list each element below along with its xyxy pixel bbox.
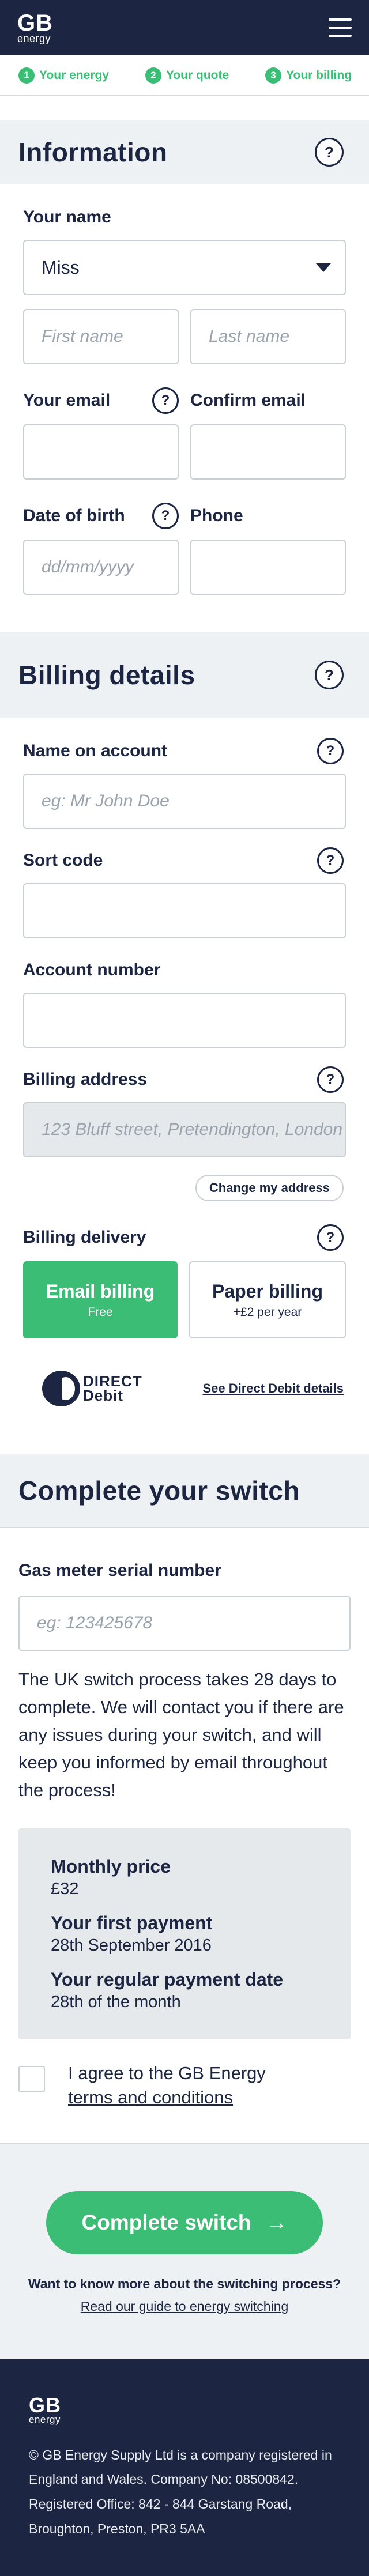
- sort-code-input[interactable]: [23, 883, 346, 938]
- complete-switch-label: Complete switch: [81, 2210, 251, 2234]
- payment-summary: Monthly price £32 Your first payment 28t…: [18, 1828, 351, 2040]
- email-input[interactable]: [23, 424, 179, 480]
- account-number-input[interactable]: [23, 993, 346, 1048]
- change-address-button[interactable]: Change my address: [195, 1175, 344, 1201]
- information-help-icon[interactable]: ?: [315, 138, 344, 167]
- confirm-email-input[interactable]: [190, 424, 346, 480]
- cta-area: Complete switch → Want to know more abou…: [0, 2143, 369, 2359]
- direct-debit-logo: DIRECT Debit: [40, 1370, 142, 1408]
- terms-checkbox[interactable]: [18, 2066, 45, 2093]
- direct-debit-icon: [42, 1371, 80, 1406]
- agree-text: I agree to the GB Energy: [68, 2063, 266, 2084]
- footer-logo-sub: energy: [29, 2413, 61, 2425]
- name-on-account-input[interactable]: eg: Mr John Doe: [23, 774, 346, 829]
- billing-section: Name on account ? eg: Mr John Doe Sort c…: [0, 718, 369, 1454]
- title-select[interactable]: Miss: [23, 240, 346, 295]
- name-on-account-help-icon[interactable]: ?: [317, 738, 344, 764]
- information-section: Your name Miss First name Last name Your…: [0, 184, 369, 632]
- footer-company-info: © GB Energy Supply Ltd is a company regi…: [29, 2447, 332, 2536]
- sort-code-label: Sort code: [23, 851, 103, 870]
- step-number: 1: [18, 67, 35, 84]
- step-label: Your energy: [39, 68, 109, 82]
- complete-title: Complete your switch: [18, 1476, 300, 1506]
- monthly-price-label: Monthly price: [51, 1856, 171, 1877]
- logo-sub-text: energy: [17, 33, 51, 44]
- complete-section: Gas meter serial number eg: 123425678 Th…: [0, 1528, 369, 2143]
- phone-label: Phone: [190, 506, 243, 525]
- dob-help-icon[interactable]: ?: [152, 503, 179, 529]
- your-name-label: Your name: [23, 208, 111, 227]
- first-payment-label: Your first payment: [51, 1913, 213, 1934]
- direct-debit-details-link[interactable]: See Direct Debit details: [202, 1381, 344, 1396]
- step-your-quote[interactable]: 2 Your quote: [145, 67, 229, 84]
- regular-payment-label: Your regular payment date: [51, 1969, 284, 1990]
- regular-payment-value: 28th of the month: [51, 1993, 181, 2012]
- terms-link[interactable]: terms and conditions: [68, 2087, 233, 2107]
- information-header: Information ?: [0, 120, 369, 184]
- footer-logo[interactable]: GB energy: [29, 2393, 340, 2425]
- arrow-right-icon: →: [266, 2210, 288, 2234]
- top-bar: GB energy: [0, 0, 369, 55]
- switching-guide-link[interactable]: Read our guide to energy switching: [81, 2299, 289, 2314]
- phone-input[interactable]: [190, 540, 346, 595]
- step-label: Your quote: [165, 68, 229, 82]
- email-help-icon[interactable]: ?: [152, 387, 179, 414]
- billing-address-help-icon[interactable]: ?: [317, 1066, 344, 1093]
- step-number: 2: [145, 67, 161, 84]
- gas-meter-label: Gas meter serial number: [18, 1561, 221, 1580]
- billing-header: Billing details ?: [0, 632, 369, 718]
- paper-billing-title: Paper billing: [212, 1280, 323, 1302]
- complete-header: Complete your switch: [0, 1454, 369, 1528]
- dob-input[interactable]: dd/mm/yyyy: [23, 540, 179, 595]
- paper-billing-option[interactable]: Paper billing +£2 per year: [189, 1261, 346, 1338]
- name-on-account-label: Name on account: [23, 741, 168, 760]
- billing-delivery-label: Billing delivery: [23, 1228, 146, 1247]
- logo-main-text: GB: [17, 10, 53, 36]
- information-title: Information: [18, 137, 168, 167]
- gb-energy-logo[interactable]: GB energy: [17, 12, 53, 44]
- billing-delivery-help-icon[interactable]: ?: [317, 1224, 344, 1251]
- step-your-energy[interactable]: 1 Your energy: [18, 67, 109, 84]
- email-billing-sub: Free: [88, 1305, 113, 1319]
- first-payment-value: 28th September 2016: [51, 1936, 212, 1955]
- sort-code-help-icon[interactable]: ?: [317, 847, 344, 874]
- step-number: 3: [265, 67, 282, 84]
- last-name-input[interactable]: Last name: [190, 309, 346, 364]
- email-billing-title: Email billing: [46, 1280, 155, 1302]
- hamburger-menu-icon[interactable]: [329, 18, 352, 37]
- email-billing-option[interactable]: Email billing Free: [23, 1261, 178, 1338]
- footer: GB energy © GB Energy Supply Ltd is a co…: [0, 2359, 369, 2576]
- direct-debit-line2: Debit: [83, 1387, 123, 1404]
- complete-switch-button[interactable]: Complete switch →: [46, 2190, 323, 2254]
- step-your-billing[interactable]: 3 Your billing: [265, 67, 352, 84]
- billing-address-label: Billing address: [23, 1070, 148, 1089]
- email-label: Your email: [23, 391, 111, 410]
- billing-address-field: 123 Bluff street, Pretendington, London: [23, 1102, 346, 1157]
- step-label: Your billing: [286, 68, 352, 82]
- first-name-input[interactable]: First name: [23, 309, 179, 364]
- title-select-value: Miss: [42, 257, 80, 278]
- terms-agreement: I agree to the GB Energy terms and condi…: [18, 2061, 351, 2110]
- billing-help-icon[interactable]: ?: [315, 661, 344, 689]
- gas-meter-input[interactable]: eg: 123425678: [18, 1596, 351, 1651]
- switching-info-note: Want to know more about the switching pr…: [28, 2276, 341, 2291]
- monthly-price-value: £32: [51, 1880, 79, 1899]
- dob-label: Date of birth: [23, 506, 125, 525]
- progress-steps: 1 Your energy 2 Your quote 3 Your billin…: [0, 55, 369, 96]
- paper-billing-sub: +£2 per year: [233, 1305, 302, 1319]
- billing-title: Billing details: [18, 660, 195, 690]
- chevron-down-icon: [316, 263, 331, 272]
- switch-process-info: The UK switch process takes 28 days to c…: [18, 1669, 344, 1801]
- confirm-email-label: Confirm email: [190, 391, 306, 410]
- footer-logo-main: GB: [29, 2393, 61, 2417]
- account-number-label: Account number: [23, 960, 161, 979]
